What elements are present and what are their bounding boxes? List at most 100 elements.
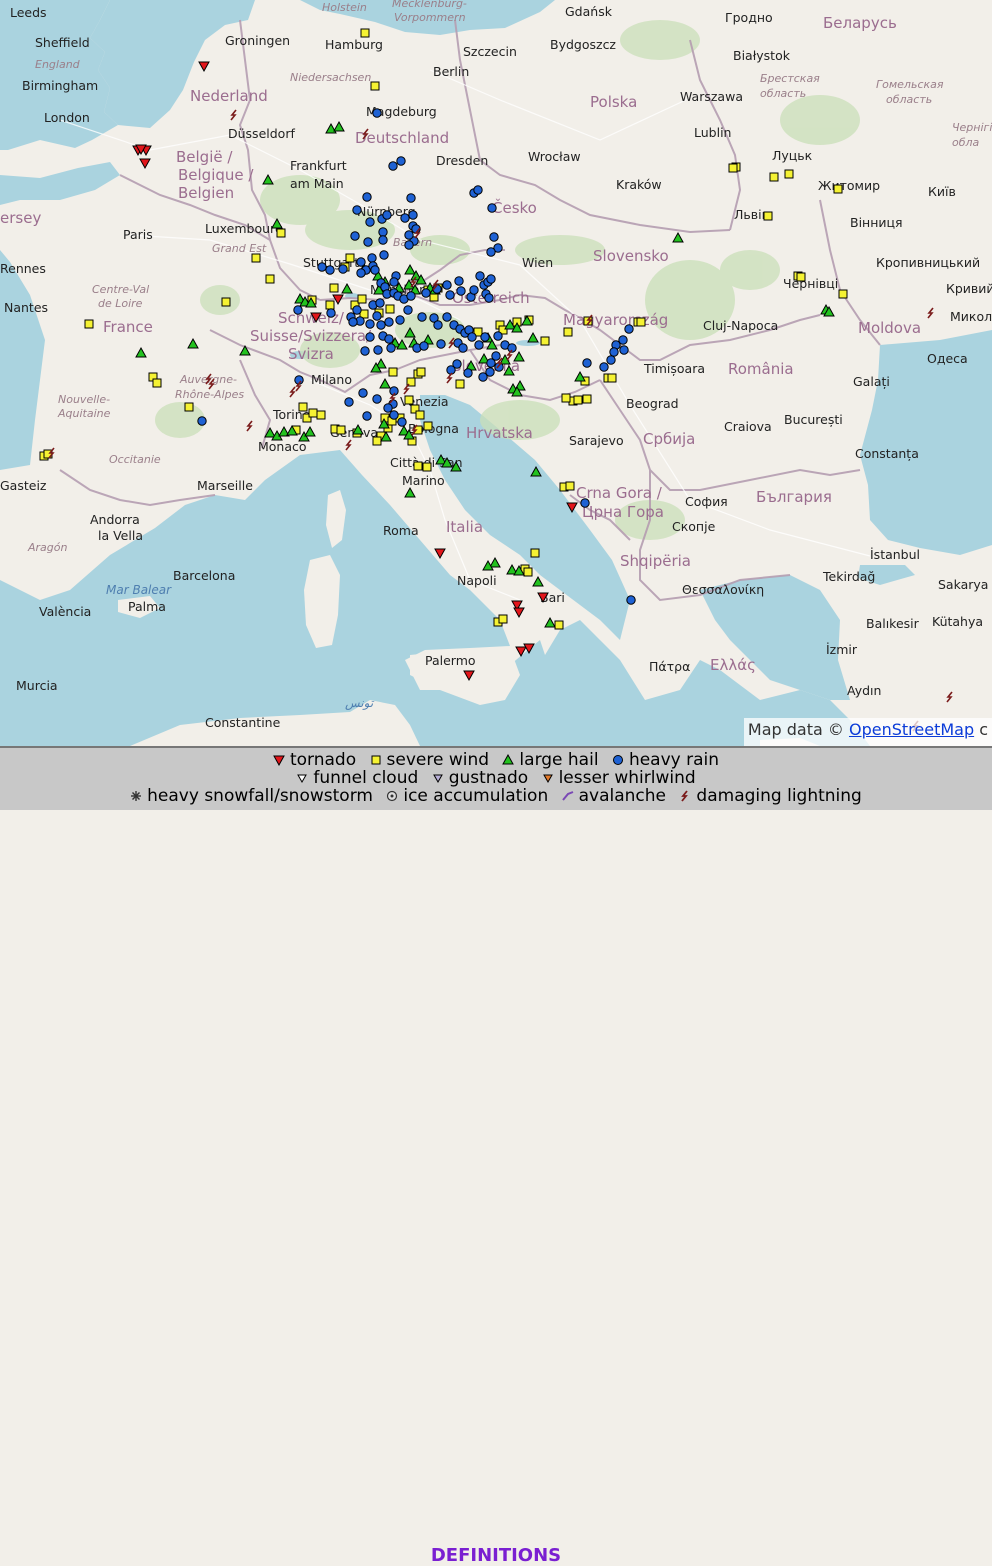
severe-wind-marker[interactable] [784,169,794,179]
heavy-rain-marker[interactable] [372,108,382,118]
large-hail-marker[interactable] [239,344,251,356]
heavy-rain-marker[interactable] [382,210,392,220]
severe-wind-marker[interactable] [455,379,465,389]
severe-wind-marker[interactable] [308,408,318,418]
heavy-rain-marker[interactable] [362,192,372,202]
severe-wind-marker[interactable] [582,394,592,404]
heavy-rain-marker[interactable] [480,332,490,342]
damaging-lightning-marker[interactable] [448,337,455,349]
heavy-rain-marker[interactable] [397,417,407,427]
heavy-rain-marker[interactable] [469,285,479,295]
heavy-rain-marker[interactable] [370,265,380,275]
heavy-rain-marker[interactable] [624,324,634,334]
heavy-rain-marker[interactable] [408,210,418,220]
heavy-rain-marker[interactable] [386,343,396,353]
heavy-rain-marker[interactable] [365,332,375,342]
damaging-lightning-marker[interactable] [362,128,369,140]
large-hail-marker[interactable] [262,173,274,185]
heavy-rain-marker[interactable] [419,341,429,351]
large-hail-marker[interactable] [271,217,283,229]
severe-wind-marker[interactable] [561,393,571,403]
heavy-rain-marker[interactable] [406,193,416,203]
severe-wind-marker[interactable] [84,319,94,329]
heavy-rain-marker[interactable] [350,231,360,241]
severe-wind-marker[interactable] [838,289,848,299]
damaging-lightning-marker[interactable] [446,372,453,384]
severe-wind-marker[interactable] [251,253,261,263]
heavy-rain-marker[interactable] [582,358,592,368]
severe-wind-marker[interactable] [336,425,346,435]
severe-wind-marker[interactable] [221,297,231,307]
tornado-marker[interactable] [198,61,210,73]
heavy-rain-marker[interactable] [474,340,484,350]
heavy-rain-marker[interactable] [489,232,499,242]
large-hail-marker[interactable] [304,425,316,437]
heavy-rain-marker[interactable] [358,388,368,398]
severe-wind-marker[interactable] [413,461,423,471]
heavy-rain-marker[interactable] [619,345,629,355]
large-hail-marker[interactable] [379,377,391,389]
heavy-rain-marker[interactable] [378,235,388,245]
heavy-rain-marker[interactable] [421,288,431,298]
large-hail-marker[interactable] [672,231,684,243]
tornado-marker[interactable] [139,158,151,170]
large-hail-marker[interactable] [341,282,353,294]
heavy-rain-marker[interactable] [356,257,366,267]
heavy-rain-marker[interactable] [367,253,377,263]
severe-wind-marker[interactable] [530,548,540,558]
heavy-rain-marker[interactable] [325,265,335,275]
tornado-marker[interactable] [513,607,525,619]
heavy-rain-marker[interactable] [404,230,414,240]
severe-wind-marker[interactable] [404,395,414,405]
heavy-rain-marker[interactable] [362,411,372,421]
heavy-rain-marker[interactable] [348,317,358,327]
heavy-rain-marker[interactable] [317,262,327,272]
damaging-lightning-marker[interactable] [946,691,953,703]
severe-wind-marker[interactable] [388,367,398,377]
heavy-rain-marker[interactable] [609,347,619,357]
severe-wind-marker[interactable] [422,462,432,472]
heavy-rain-marker[interactable] [389,277,399,287]
heavy-rain-marker[interactable] [352,305,362,315]
heavy-rain-marker[interactable] [417,312,427,322]
large-hail-marker[interactable] [333,120,345,132]
large-hail-marker[interactable] [325,122,337,134]
severe-wind-marker[interactable] [265,274,275,284]
tornado-marker[interactable] [310,312,322,324]
heavy-rain-marker[interactable] [458,343,468,353]
heavy-rain-marker[interactable] [379,250,389,260]
damaging-lightning-marker[interactable] [246,420,253,432]
large-hail-marker[interactable] [489,556,501,568]
heavy-rain-marker[interactable] [485,367,495,377]
large-hail-marker[interactable] [513,350,525,362]
heavy-rain-marker[interactable] [484,293,494,303]
heavy-rain-marker[interactable] [486,274,496,284]
severe-wind-marker[interactable] [360,28,370,38]
heavy-rain-marker[interactable] [475,271,485,281]
severe-wind-marker[interactable] [540,336,550,346]
heavy-rain-marker[interactable] [396,156,406,166]
heavy-rain-marker[interactable] [454,276,464,286]
severe-wind-marker[interactable] [316,410,326,420]
heavy-rain-marker[interactable] [326,308,336,318]
map-view[interactable]: Deutschland Nederland België / Belgique / Be… [0,0,992,746]
heavy-rain-marker[interactable] [487,203,497,213]
heavy-rain-marker[interactable] [344,397,354,407]
heavy-rain-marker[interactable] [445,290,455,300]
severe-wind-marker[interactable] [385,304,395,314]
severe-wind-marker[interactable] [423,421,433,431]
heavy-rain-marker[interactable] [494,362,504,372]
severe-wind-marker[interactable] [563,327,573,337]
heavy-rain-marker[interactable] [404,240,414,250]
severe-wind-marker[interactable] [152,378,162,388]
heavy-rain-marker[interactable] [338,264,348,274]
heavy-rain-marker[interactable] [446,365,456,375]
tornado-marker[interactable] [434,548,446,560]
severe-wind-marker[interactable] [523,567,533,577]
severe-wind-marker[interactable] [184,402,194,412]
large-hail-marker[interactable] [503,364,515,376]
heavy-rain-marker[interactable] [493,331,503,341]
heavy-rain-marker[interactable] [352,205,362,215]
large-hail-marker[interactable] [532,575,544,587]
heavy-rain-marker[interactable] [365,319,375,329]
